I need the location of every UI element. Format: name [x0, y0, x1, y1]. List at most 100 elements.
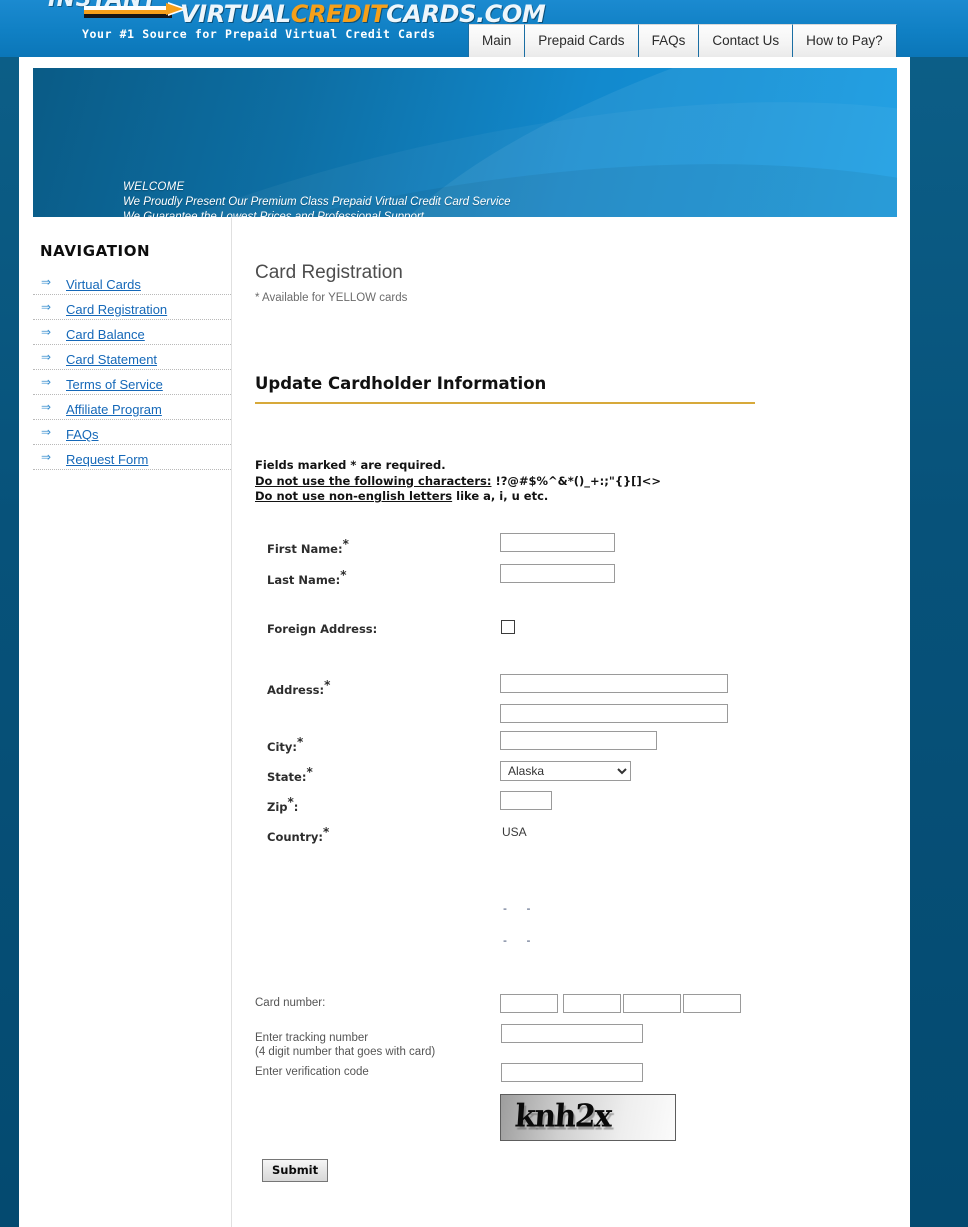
page-root: INSTANT VIRTUALCREDITCARDS.COM Your #1 S…: [0, 0, 968, 1227]
country-label: Country:*: [267, 824, 330, 844]
content-divider: [231, 218, 232, 1227]
cardholder-form: First Name:* Last Name:* Foreign Address…: [255, 532, 895, 851]
zip-input[interactable]: [500, 790, 552, 810]
arrow-right-icon: ⇒: [41, 400, 52, 414]
sidebar-item-request-form[interactable]: ⇒ Request Form: [33, 445, 231, 470]
state-label: State:*: [267, 764, 313, 784]
sidebar-item-virtual-cards[interactable]: ⇒ Virtual Cards: [33, 270, 231, 295]
page-subtitle: * Available for YELLOW cards: [255, 292, 408, 304]
last-name-input[interactable]: [500, 563, 615, 583]
notice-underlined-chars: Do not use the following characters:: [255, 473, 492, 488]
sidebar-item-affiliate-program[interactable]: ⇒ Affiliate Program: [33, 395, 231, 420]
nav-prepaid-cards[interactable]: Prepaid Cards: [525, 24, 639, 57]
tracking-number-label-line1: Enter tracking number: [255, 1032, 369, 1044]
sidebar-link-label[interactable]: Virtual Cards: [66, 277, 141, 292]
nav-faqs[interactable]: FAQs: [638, 24, 700, 57]
notice-underlined-letters: Do not use non-english letters: [255, 489, 453, 503]
arrow-right-icon: ⇒: [41, 300, 52, 314]
banner-line-2: We Proudly Present Our Premium Class Pre…: [123, 196, 511, 208]
state-select[interactable]: Alaska: [500, 760, 631, 781]
tracking-number-input[interactable]: [501, 1024, 643, 1043]
form-row-address: Address:*: [255, 673, 895, 704]
site-logo[interactable]: INSTANT VIRTUALCREDITCARDS.COM Your #1 S…: [40, 0, 546, 51]
required-star: *: [296, 734, 304, 749]
first-name-label: First Name:*: [267, 536, 349, 556]
sidebar-item-card-statement[interactable]: ⇒ Card Statement: [33, 345, 231, 370]
required-star: *: [340, 567, 347, 582]
captcha-image: knh2x: [500, 1094, 676, 1141]
notice-text-b: are required.: [356, 458, 446, 472]
first-name-input[interactable]: [500, 532, 615, 552]
section-heading: Update Cardholder Information: [255, 374, 755, 404]
sidebar-link-label[interactable]: Affiliate Program: [66, 402, 162, 417]
last-name-label: Last Name:*: [267, 567, 347, 587]
sidebar-link-label[interactable]: Terms of Service: [66, 377, 163, 392]
city-label: City:*: [267, 734, 304, 754]
sidebar-item-terms-of-service[interactable]: ⇒ Terms of Service: [33, 370, 231, 395]
notice-line-3: Do not use non-english letters like a, i…: [255, 489, 895, 505]
notice-chars-list: !?@#$%^&*()_+:;"{}[]<>: [491, 473, 661, 488]
notice-text-a: Fields marked: [255, 458, 351, 472]
sidebar-link-label[interactable]: FAQs: [66, 427, 99, 442]
sidebar-title: NAVIGATION: [40, 242, 151, 260]
required-star: *: [342, 536, 349, 551]
captcha-text: knh2x: [513, 1098, 612, 1135]
foreign-address-label: Foreign Address:: [267, 621, 378, 636]
form-row-first-name: First Name:*: [255, 532, 895, 564]
zip-label: Zip*:: [267, 794, 299, 814]
address-line2-input[interactable]: [500, 703, 728, 723]
separator-dashes-row-1: - -: [503, 902, 539, 915]
sidebar-item-faqs[interactable]: ⇒ FAQs: [33, 420, 231, 445]
city-input[interactable]: [500, 730, 657, 750]
nav-main[interactable]: Main: [469, 24, 526, 57]
required-star: *: [306, 764, 313, 779]
form-row-zip: Zip*:: [255, 790, 895, 821]
banner-line-1: WELCOME: [123, 181, 185, 193]
logo-word-virtual: VIRTUAL: [180, 0, 291, 28]
card-number-part-3[interactable]: [623, 994, 681, 1013]
form-row-state: State:* Alaska: [255, 760, 895, 791]
form-row-last-name: Last Name:*: [255, 563, 895, 618]
separator-dashes-row-2: - -: [503, 934, 539, 947]
arrow-right-icon: ⇒: [41, 375, 52, 389]
banner-line-3: We Guarantee the Lowest Prices and Profe…: [123, 211, 424, 217]
submit-button[interactable]: Submit: [262, 1159, 329, 1182]
address-line1-input[interactable]: [500, 673, 728, 693]
logo-tagline: Your #1 Source for Prepaid Virtual Credi…: [82, 27, 436, 41]
sidebar-item-card-balance[interactable]: ⇒ Card Balance: [33, 320, 231, 345]
card-number-part-1[interactable]: [500, 994, 558, 1013]
sidebar-link-label[interactable]: Card Balance: [66, 327, 145, 342]
arrow-right-icon: ⇒: [41, 350, 52, 364]
main-content: Card Registration * Available for YELLOW…: [255, 226, 895, 1082]
sidebar-link-label[interactable]: Card Registration: [66, 302, 167, 317]
form-row-city: City:*: [255, 730, 895, 761]
form-notice: Fields marked * are required. Do not use…: [255, 458, 895, 505]
country-value: USA: [502, 824, 527, 839]
sidebar-link-label[interactable]: Card Statement: [66, 352, 157, 367]
arrow-right-icon: ⇒: [41, 425, 52, 439]
nav-how-to-pay[interactable]: How to Pay?: [793, 24, 897, 57]
foreign-address-checkbox[interactable]: [501, 619, 515, 634]
verification-code-input[interactable]: [501, 1063, 643, 1082]
notice-line-2: Do not use the following characters: !?@…: [255, 474, 895, 490]
sidebar-item-card-registration[interactable]: ⇒ Card Registration: [33, 295, 231, 320]
logo-word-credit: CREDIT: [290, 0, 387, 28]
required-star: *: [324, 677, 331, 692]
arrow-right-icon: ⇒: [41, 450, 52, 464]
sidebar-link-label[interactable]: Request Form: [66, 452, 148, 467]
site-header: INSTANT VIRTUALCREDITCARDS.COM Your #1 S…: [0, 0, 968, 57]
card-number-label: Card number:: [255, 997, 326, 1009]
sidebar: NAVIGATION ⇒ Virtual Cards ⇒ Card Regist…: [33, 226, 231, 470]
nav-contact-us[interactable]: Contact Us: [699, 24, 794, 57]
card-number-part-2[interactable]: [563, 994, 621, 1013]
address-label: Address:*: [267, 677, 331, 697]
sidebar-nav-list: ⇒ Virtual Cards ⇒ Card Registration ⇒ Ca…: [33, 270, 231, 470]
arrow-right-icon: ⇒: [41, 275, 52, 289]
page-title: Card Registration: [255, 262, 403, 283]
notice-letters-example: like a, i, u etc.: [452, 489, 549, 503]
card-number-part-4[interactable]: [683, 994, 741, 1013]
verification-code-label: Enter verification code: [255, 1066, 369, 1078]
welcome-banner: WELCOME We Proudly Present Our Premium C…: [33, 68, 897, 217]
form-row-foreign-address: Foreign Address:: [255, 618, 895, 674]
form-row-country: Country:* USA: [255, 821, 895, 851]
